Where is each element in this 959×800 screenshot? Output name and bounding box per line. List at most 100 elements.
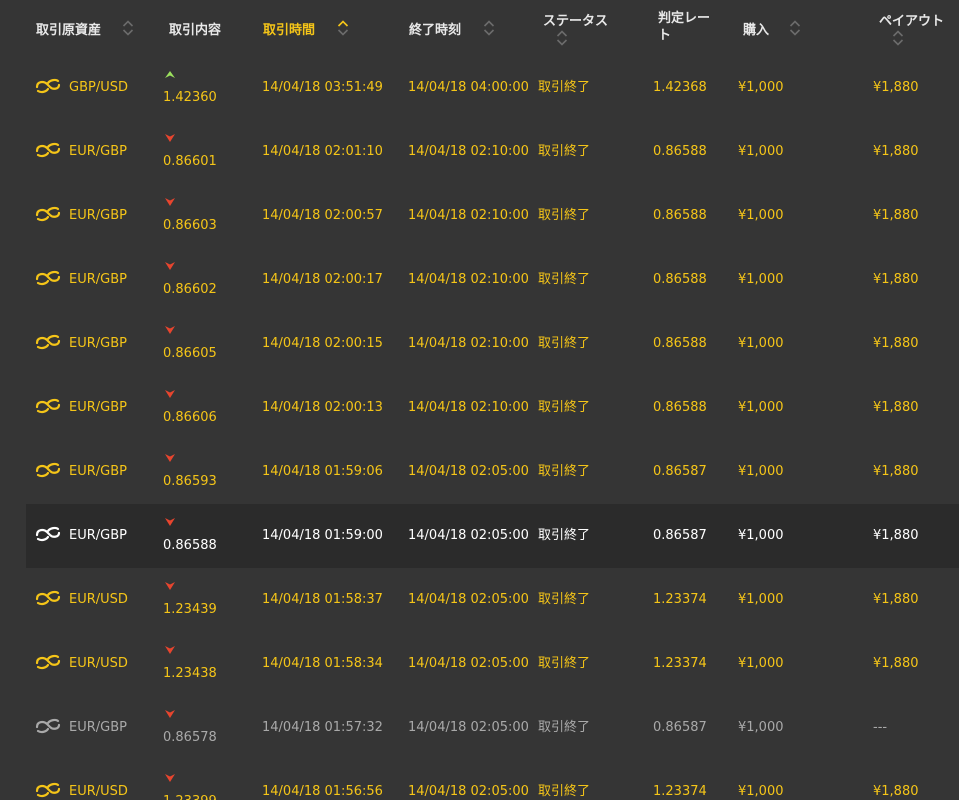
status-text: 取引終了 [538, 208, 591, 223]
trade-time: 14/04/18 01:57:32 [262, 720, 383, 735]
end-time: 14/04/18 02:05:00 [408, 592, 529, 607]
status-text: 取引終了 [538, 528, 591, 543]
header-asset[interactable]: 取引原資産 [36, 0, 146, 56]
status-text: 取引終了 [538, 720, 591, 735]
currency-pair-icon [35, 718, 61, 734]
table-row[interactable]: EUR/GBP 0.86588 14/04/18 01:59:00 14/04/18 … [26, 504, 959, 568]
judge-rate: 0.86587 [653, 720, 707, 735]
table-row[interactable]: GBP/USD 1.42360 14/04/18 03:51:49 14/04/18 … [26, 56, 959, 120]
trade-time: 14/04/18 03:51:49 [262, 80, 383, 95]
down-arrow-icon [164, 389, 176, 399]
header-end-time[interactable]: 終了時刻 [409, 0, 509, 56]
asset-name: EUR/GBP [69, 400, 127, 415]
payout-amount: ¥1,880 [873, 80, 919, 95]
payout-amount: ¥1,880 [873, 528, 919, 543]
header-purchase-label: 購入 [743, 23, 770, 38]
table-row[interactable]: EUR/USD 1.23438 14/04/18 01:58:34 14/04/18 … [26, 632, 959, 696]
trade-time: 14/04/18 02:00:13 [262, 400, 383, 415]
asset-name: EUR/GBP [69, 208, 127, 223]
trade-time: 14/04/18 02:01:10 [262, 144, 383, 159]
table-row[interactable]: EUR/GBP 0.86602 14/04/18 02:00:17 14/04/18 … [26, 248, 959, 312]
judge-rate: 0.86588 [653, 400, 707, 415]
table-row[interactable]: EUR/GBP 0.86603 14/04/18 02:00:57 14/04/18 … [26, 184, 959, 248]
sort-icon[interactable] [892, 29, 904, 47]
down-arrow-icon [164, 517, 176, 527]
currency-pair-icon [35, 334, 61, 350]
purchase-amount: ¥1,000 [738, 592, 784, 607]
header-purchase[interactable]: 購入 [743, 0, 823, 56]
judge-rate: 0.86587 [653, 464, 707, 479]
payout-amount: ¥1,880 [873, 464, 919, 479]
sort-icon[interactable] [789, 19, 801, 37]
trade-history-page: 取引原資産 取引内容 取引時間 終了時刻 ステータス 判定レート 購入 ペイアウ… [0, 0, 959, 800]
judge-rate: 1.23374 [653, 784, 707, 799]
payout-amount: ¥1,880 [873, 592, 919, 607]
trade-time: 14/04/18 02:00:57 [262, 208, 383, 223]
end-time: 14/04/18 02:10:00 [408, 272, 529, 287]
payout-amount: ¥1,880 [873, 656, 919, 671]
entry-rate: 0.86578 [163, 730, 217, 745]
status-text: 取引終了 [538, 592, 591, 607]
table-row[interactable]: EUR/GBP 0.86593 14/04/18 01:59:06 14/04/18 … [26, 440, 959, 504]
purchase-amount: ¥1,000 [738, 336, 784, 351]
currency-pair-icon [35, 270, 61, 286]
status-text: 取引終了 [538, 144, 591, 159]
down-arrow-icon [164, 133, 176, 143]
header-payout[interactable]: ペイアウト [879, 0, 959, 56]
header-trade-time[interactable]: 取引時間 [263, 0, 363, 56]
end-time: 14/04/18 02:05:00 [408, 528, 529, 543]
status-text: 取引終了 [538, 272, 591, 287]
trade-time: 14/04/18 01:59:00 [262, 528, 383, 543]
asset-name: EUR/USD [69, 784, 128, 799]
sort-icon[interactable] [483, 19, 495, 37]
down-arrow-icon [164, 325, 176, 335]
trade-time: 14/04/18 01:58:37 [262, 592, 383, 607]
trade-time: 14/04/18 02:00:15 [262, 336, 383, 351]
trade-time: 14/04/18 01:59:06 [262, 464, 383, 479]
end-time: 14/04/18 02:05:00 [408, 656, 529, 671]
table-row[interactable]: EUR/USD 1.23399 14/04/18 01:56:56 14/04/18 … [26, 760, 959, 800]
down-arrow-icon [164, 581, 176, 591]
entry-rate: 0.86593 [163, 474, 217, 489]
asset-name: GBP/USD [69, 80, 128, 95]
payout-amount: ¥1,880 [873, 272, 919, 287]
purchase-amount: ¥1,000 [738, 80, 784, 95]
purchase-amount: ¥1,000 [738, 656, 784, 671]
purchase-amount: ¥1,000 [738, 464, 784, 479]
judge-rate: 0.86588 [653, 336, 707, 351]
judge-rate: 1.23374 [653, 656, 707, 671]
end-time: 14/04/18 02:10:00 [408, 144, 529, 159]
end-time: 14/04/18 02:10:00 [408, 400, 529, 415]
table-row[interactable]: EUR/USD 1.23439 14/04/18 01:58:37 14/04/18 … [26, 568, 959, 632]
asset-name: EUR/GBP [69, 528, 127, 543]
entry-rate: 0.86605 [163, 346, 217, 361]
purchase-amount: ¥1,000 [738, 528, 784, 543]
currency-pair-icon [35, 142, 61, 158]
asset-name: EUR/GBP [69, 464, 127, 479]
table-row[interactable]: EUR/GBP 0.86606 14/04/18 02:00:13 14/04/18 … [26, 376, 959, 440]
end-time: 14/04/18 02:10:00 [408, 336, 529, 351]
header-status[interactable]: ステータス [543, 0, 633, 56]
table-row[interactable]: EUR/GBP 0.86605 14/04/18 02:00:15 14/04/18 … [26, 312, 959, 376]
table-row[interactable]: EUR/GBP 0.86601 14/04/18 02:01:10 14/04/18 … [26, 120, 959, 184]
payout-amount: ¥1,880 [873, 784, 919, 799]
down-arrow-icon [164, 709, 176, 719]
sort-icon[interactable] [122, 19, 134, 37]
header-end-time-label: 終了時刻 [409, 23, 462, 38]
currency-pair-icon [35, 782, 61, 798]
header-content: 取引内容 [169, 0, 249, 56]
sort-icon[interactable] [556, 29, 568, 47]
header-content-label: 取引内容 [169, 23, 222, 38]
judge-rate: 1.23374 [653, 592, 707, 607]
payout-amount: ¥1,880 [873, 208, 919, 223]
purchase-amount: ¥1,000 [738, 720, 784, 735]
header-judge-rate-label: 判定レート [658, 11, 711, 43]
judge-rate: 0.86587 [653, 528, 707, 543]
entry-rate: 0.86603 [163, 218, 217, 233]
table-header: 取引原資産 取引内容 取引時間 終了時刻 ステータス 判定レート 購入 ペイアウ… [0, 0, 959, 56]
currency-pair-icon [35, 78, 61, 94]
table-row[interactable]: EUR/GBP 0.86578 14/04/18 01:57:32 14/04/18 … [26, 696, 959, 760]
entry-rate: 0.86588 [163, 538, 217, 553]
asset-name: EUR/GBP [69, 336, 127, 351]
sort-icon[interactable] [337, 19, 349, 37]
